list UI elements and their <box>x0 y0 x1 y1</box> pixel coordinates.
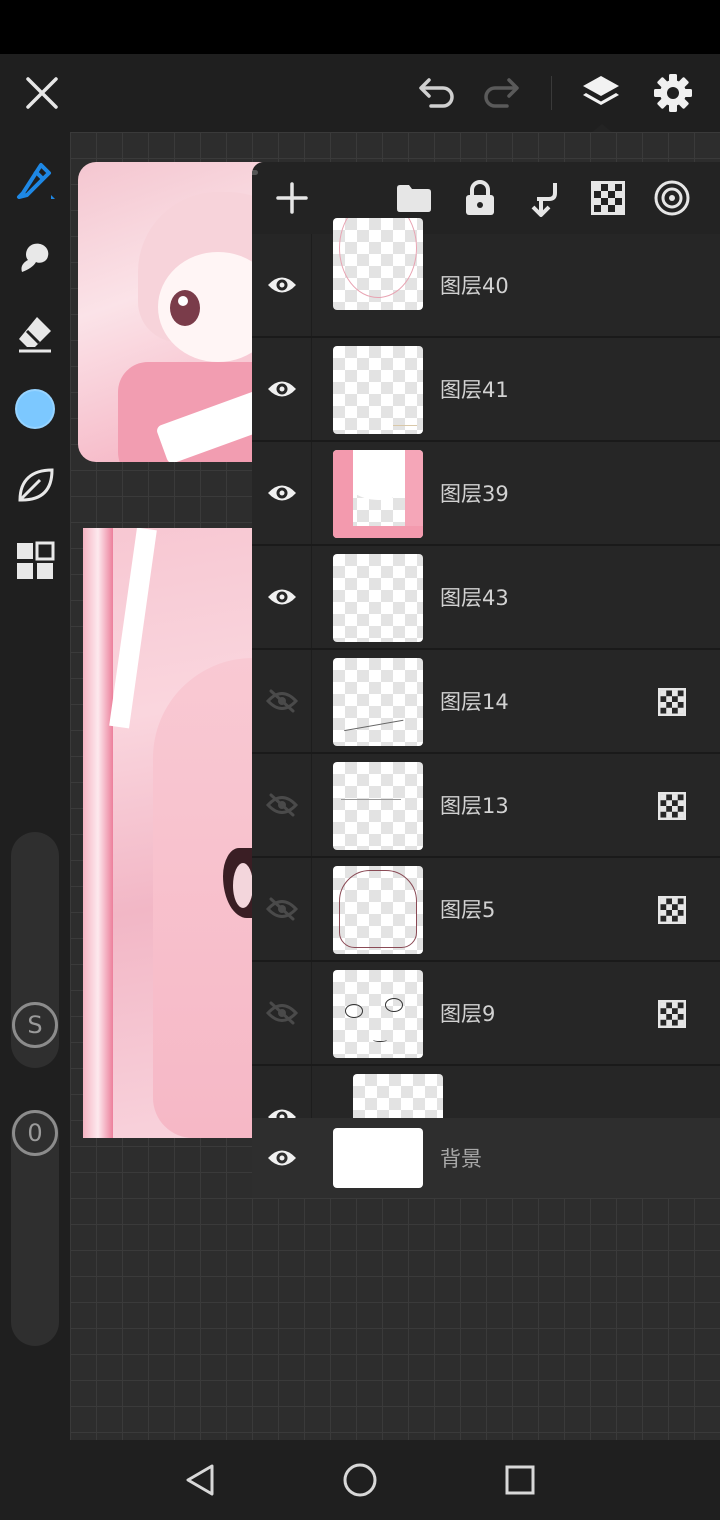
home-icon[interactable] <box>335 1455 385 1505</box>
layer-name: 图层41 <box>440 378 509 402</box>
recents-icon[interactable] <box>495 1455 545 1505</box>
lock-icon[interactable] <box>454 172 506 224</box>
layer-row[interactable]: 图层13 <box>252 754 720 858</box>
back-icon[interactable] <box>175 1455 225 1505</box>
tool-sidebar: S 0 <box>0 132 70 1440</box>
opacity-slider-label: 0 <box>27 1119 43 1147</box>
folder-icon[interactable] <box>388 172 440 224</box>
visibility-eye-icon[interactable] <box>252 234 312 336</box>
layer-row[interactable]: 图层14 <box>252 650 720 754</box>
opacity-slider-knob[interactable]: 0 <box>12 1110 58 1156</box>
layer-thumbnail <box>333 346 423 434</box>
background-layer-row[interactable]: 背景 <box>252 1118 720 1198</box>
close-icon[interactable] <box>17 68 67 118</box>
layers-icon[interactable] <box>576 68 626 118</box>
layer-name: 图层5 <box>440 898 496 922</box>
layer-panel: 图层40图层41图层39图层43图层14图层13图层5图层9图层26 背景 <box>252 162 720 1198</box>
visibility-off-eye-icon[interactable] <box>252 754 312 856</box>
merge-down-icon[interactable] <box>518 172 570 224</box>
redo-icon[interactable] <box>476 68 526 118</box>
pen-icon[interactable] <box>10 156 60 206</box>
visibility-off-eye-icon[interactable] <box>252 858 312 960</box>
leaf-icon[interactable] <box>10 460 60 510</box>
size-slider-knob[interactable]: S <box>12 1002 58 1048</box>
layer-thumbnail <box>333 1128 423 1188</box>
layer-thumbnail <box>333 970 423 1058</box>
layer-row[interactable]: 图层39 <box>252 442 720 546</box>
layer-name: 图层13 <box>440 794 509 818</box>
visibility-eye-icon[interactable] <box>252 546 312 648</box>
system-nav-bar <box>0 1440 720 1520</box>
layer-thumbnail <box>333 218 423 310</box>
blend-icon[interactable] <box>646 172 698 224</box>
visibility-eye-icon[interactable] <box>252 338 312 440</box>
grid-icon[interactable] <box>10 536 60 586</box>
layer-thumbnail <box>333 450 423 538</box>
layer-row[interactable]: 图层41 <box>252 338 720 442</box>
layer-thumbnail <box>333 658 423 746</box>
eraser-icon[interactable] <box>10 308 60 358</box>
layer-row[interactable]: 图层5 <box>252 858 720 962</box>
status-bar <box>0 0 720 54</box>
color-swatch[interactable] <box>10 384 60 434</box>
layer-name: 图层39 <box>440 482 509 506</box>
visibility-off-eye-icon[interactable] <box>252 962 312 1064</box>
layer-name: 背景 <box>440 1147 482 1171</box>
layer-row[interactable]: 图层43 <box>252 546 720 650</box>
smudge-icon[interactable] <box>10 232 60 282</box>
layer-name: 图层43 <box>440 586 509 610</box>
layer-name: 图层14 <box>440 690 509 714</box>
top-toolbar <box>0 54 720 134</box>
layer-name: 图层9 <box>440 1002 496 1026</box>
layer-name: 图层40 <box>440 274 509 298</box>
checker-icon[interactable] <box>582 172 634 224</box>
clipping-mask-icon[interactable] <box>658 792 686 820</box>
visibility-eye-icon[interactable] <box>252 442 312 544</box>
layer-panel-toolbar <box>252 162 720 234</box>
clipping-mask-icon[interactable] <box>658 1000 686 1028</box>
add-layer-icon[interactable] <box>266 172 318 224</box>
undo-icon[interactable] <box>412 68 462 118</box>
layer-row[interactable]: 图层40 <box>252 218 720 338</box>
size-slider-label: S <box>27 1011 43 1039</box>
layer-thumbnail <box>333 866 423 954</box>
visibility-eye-icon[interactable] <box>252 1118 312 1198</box>
layer-thumbnail <box>333 762 423 850</box>
drag-handle[interactable] <box>252 170 258 175</box>
visibility-off-eye-icon[interactable] <box>252 650 312 752</box>
clipping-mask-icon[interactable] <box>658 688 686 716</box>
layer-row[interactable]: 图层9 <box>252 962 720 1066</box>
clipping-mask-icon[interactable] <box>658 896 686 924</box>
gear-icon[interactable] <box>648 68 698 118</box>
layer-thumbnail <box>333 554 423 642</box>
toolbar-divider <box>551 76 552 110</box>
